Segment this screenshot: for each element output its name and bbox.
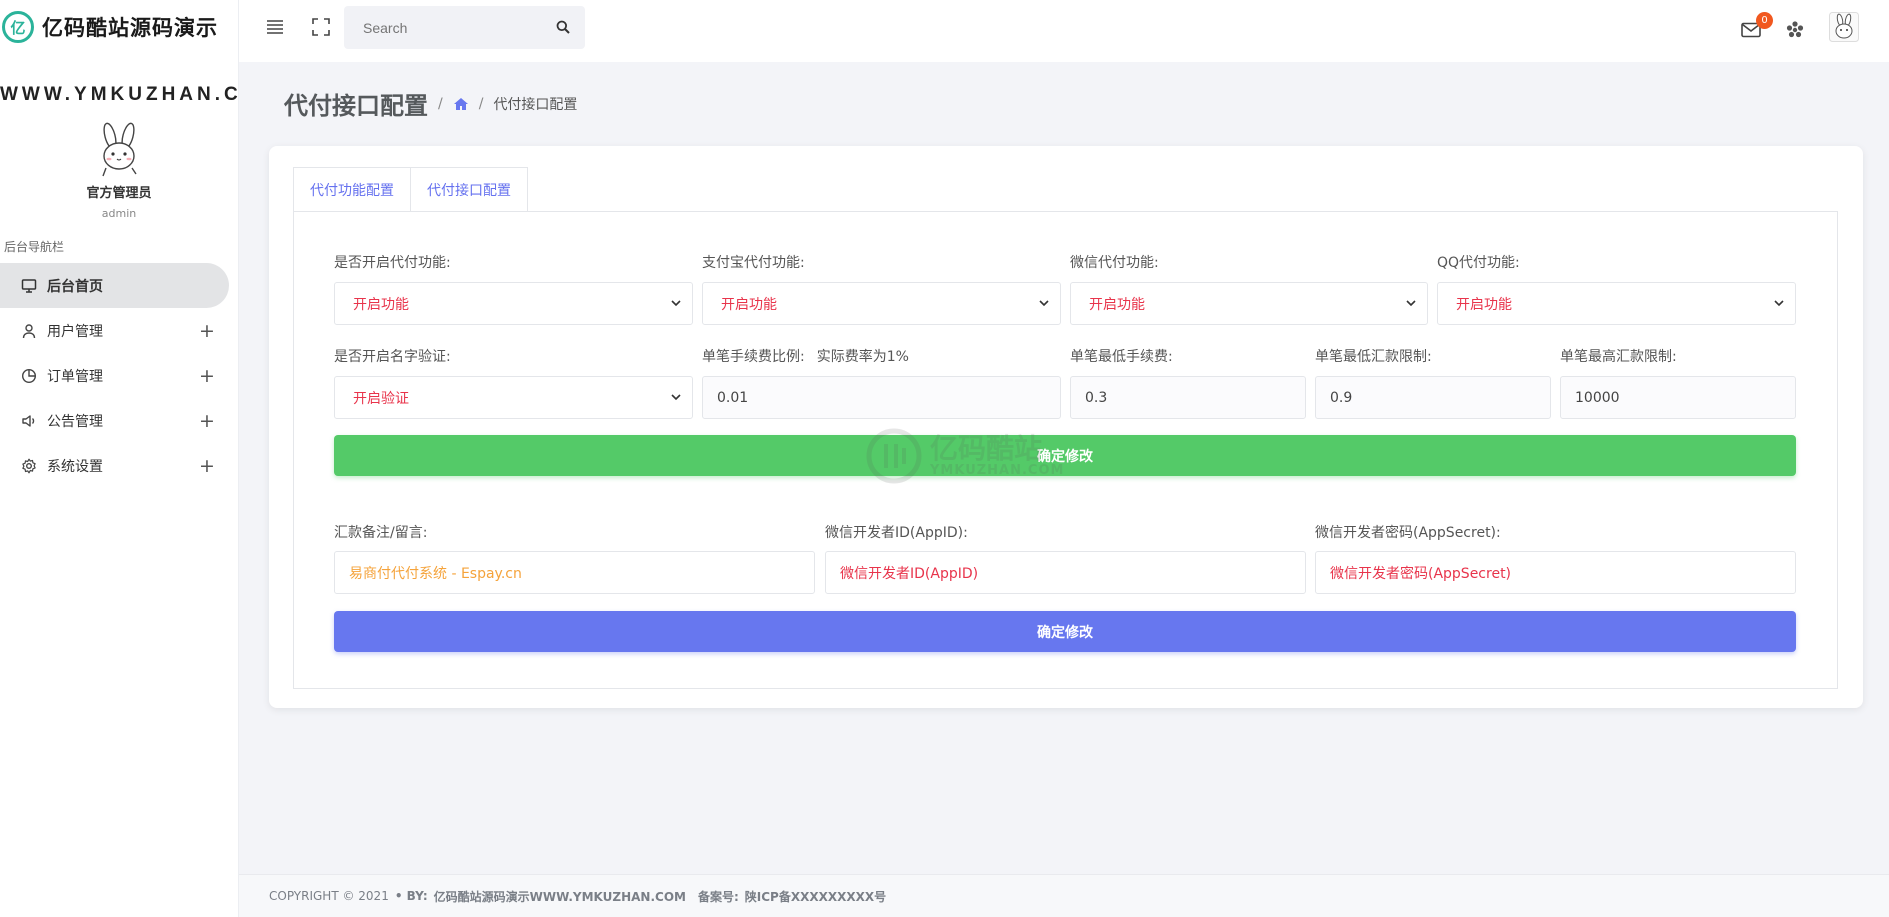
sidebar-item-orders[interactable]: 订单管理 +	[0, 353, 238, 398]
tab-payout-interface[interactable]: 代付接口配置	[411, 167, 528, 212]
max-transfer-input[interactable]: 10000	[1560, 376, 1796, 419]
fullscreen-icon	[312, 18, 330, 36]
field-label: QQ代付功能:	[1437, 255, 1520, 271]
mail-badge: 0	[1756, 12, 1773, 29]
site-url: WWW.YMKUZHAN.COM	[0, 84, 238, 105]
footer-copyright: COPYRIGHT © 2021	[269, 889, 389, 903]
profile-name: 官方管理员	[86, 186, 152, 201]
field-label: 微信开发者密码(AppSecret):	[1315, 525, 1501, 541]
tab-panel: 是否开启代付功能: 支付宝代付功能: 微信代付功能: QQ代付功能: 开启功能 …	[293, 211, 1838, 689]
profile: 官方管理员 admin	[0, 122, 238, 220]
search-input[interactable]	[363, 19, 543, 36]
field-label: 单笔最低手续费:	[1070, 349, 1173, 365]
mail-button[interactable]: 0	[1739, 12, 1773, 42]
footer-by-link[interactable]: 亿码酷站源码演示WWW.YMKUZHAN.COM	[434, 888, 686, 905]
page-header: 代付接口配置 / / 代付接口配置	[284, 86, 577, 121]
sidebar: 亿 亿码酷站源码演示 WWW.YMKUZHAN.COM 官方管理员 admin …	[0, 0, 239, 917]
tab-bar: 代付功能配置 代付接口配置	[293, 167, 528, 212]
sidebar-item-label: 用户管理	[47, 323, 103, 340]
select-value: 开启功能	[721, 296, 777, 313]
chevron-down-icon	[1406, 300, 1416, 307]
field-label: 微信开发者ID(AppID):	[825, 525, 968, 541]
expand-icon[interactable]: +	[199, 320, 215, 342]
speaker-icon	[20, 412, 38, 430]
theme-button[interactable]	[1783, 18, 1807, 42]
field-label: 支付宝代付功能:	[702, 255, 805, 271]
expand-icon[interactable]: +	[199, 365, 215, 387]
user-avatar-button[interactable]	[1829, 12, 1859, 42]
gear-icon	[20, 457, 38, 475]
min-fee-input[interactable]: 0.3	[1070, 376, 1306, 419]
page-title: 代付接口配置	[284, 92, 428, 120]
breadcrumb-current: 代付接口配置	[493, 96, 578, 113]
select-value: 开启功能	[1456, 296, 1512, 313]
field-label: 汇款备注/留言:	[334, 525, 428, 541]
topbar: 0	[239, 0, 1889, 62]
fullscreen-button[interactable]	[309, 15, 333, 39]
sidebar-nav: 后台首页 用户管理 + 订单管理 + 公告管理 + 系统设置 +	[0, 263, 238, 488]
sidebar-item-label: 公告管理	[47, 413, 103, 430]
breadcrumb-separator: /	[478, 95, 484, 112]
select-value: 开启功能	[353, 296, 409, 313]
search-box	[344, 6, 585, 49]
alipay-payout-select[interactable]: 开启功能	[702, 282, 1061, 325]
qq-payout-select[interactable]: 开启功能	[1437, 282, 1796, 325]
footer-icp-label: 备案号:	[697, 889, 739, 904]
sidebar-item-users[interactable]: 用户管理 +	[0, 308, 238, 353]
expand-icon[interactable]: +	[199, 410, 215, 432]
chevron-down-icon	[671, 394, 681, 401]
fee-rate-input[interactable]: 0.01	[702, 376, 1061, 419]
transfer-remark-input[interactable]: 易商付代付系统 - Espay.cn	[334, 551, 815, 594]
expand-icon[interactable]: +	[199, 455, 215, 477]
apps-icon	[1786, 21, 1804, 38]
submit-wechat-config-button[interactable]: 确定修改	[334, 611, 1796, 652]
field-label: 单笔最低汇款限制:	[1315, 349, 1432, 365]
submit-payout-config-button[interactable]: 确定修改	[334, 435, 1796, 476]
breadcrumb-separator: /	[438, 95, 443, 112]
footer-icp-link[interactable]: 陕ICP备XXXXXXXXX号	[745, 888, 886, 905]
field-label: 微信代付功能:	[1070, 255, 1159, 271]
sidebar-title: 后台导航栏	[4, 240, 65, 254]
search-icon[interactable]	[556, 19, 570, 38]
select-value: 开启功能	[1089, 296, 1145, 313]
menu-toggle-button[interactable]	[263, 15, 287, 39]
tab-payout-function[interactable]: 代付功能配置	[293, 167, 411, 212]
avatar[interactable]	[90, 122, 148, 178]
sidebar-item-label: 订单管理	[47, 368, 103, 385]
field-label: 是否开启代付功能:	[334, 255, 451, 271]
select-value: 开启验证	[353, 390, 409, 407]
sidebar-item-announcements[interactable]: 公告管理 +	[0, 398, 238, 443]
sidebar-item-label: 系统设置	[47, 458, 103, 475]
hamburger-icon	[267, 20, 283, 34]
name-verification-select[interactable]: 开启验证	[334, 376, 693, 419]
sidebar-item-label: 后台首页	[47, 278, 103, 295]
pie-chart-icon	[20, 367, 38, 385]
profile-role: admin	[101, 207, 137, 220]
chevron-down-icon	[1774, 300, 1784, 307]
field-label: 是否开启名字验证:	[334, 349, 451, 365]
config-card: 代付功能配置 代付接口配置 是否开启代付功能: 支付宝代付功能: 微信代付功能:…	[269, 146, 1863, 708]
wechat-appsecret-input[interactable]: 微信开发者密码(AppSecret)	[1315, 551, 1796, 594]
enable-payout-select[interactable]: 开启功能	[334, 282, 693, 325]
wechat-appid-input[interactable]: 微信开发者ID(AppID)	[825, 551, 1306, 594]
home-icon[interactable]	[453, 97, 469, 111]
min-transfer-input[interactable]: 0.9	[1315, 376, 1551, 419]
brand-name: 亿码酷站源码演示	[42, 16, 218, 40]
sidebar-item-home[interactable]: 后台首页	[0, 263, 229, 308]
brand[interactable]: 亿 亿码酷站源码演示	[0, 0, 238, 54]
chevron-down-icon	[671, 300, 681, 307]
user-icon	[20, 322, 38, 340]
brand-logo-icon: 亿	[2, 11, 34, 43]
field-label: 单笔最高汇款限制:	[1560, 349, 1677, 365]
field-label-text: 单笔手续费比例:	[702, 349, 805, 365]
monitor-icon	[20, 277, 38, 295]
wechat-payout-select[interactable]: 开启功能	[1070, 282, 1428, 325]
footer: COPYRIGHT © 2021 • BY: 亿码酷站源码演示WWW.YMKUZ…	[239, 874, 1889, 917]
chevron-down-icon	[1039, 300, 1049, 307]
field-label: 单笔手续费比例: 实际费率为1%	[702, 346, 909, 366]
sidebar-item-settings[interactable]: 系统设置 +	[0, 443, 238, 488]
fee-hint: 实际费率为1%	[816, 349, 909, 365]
avatar-icon	[1829, 12, 1859, 42]
footer-by-label: • BY:	[394, 889, 428, 903]
